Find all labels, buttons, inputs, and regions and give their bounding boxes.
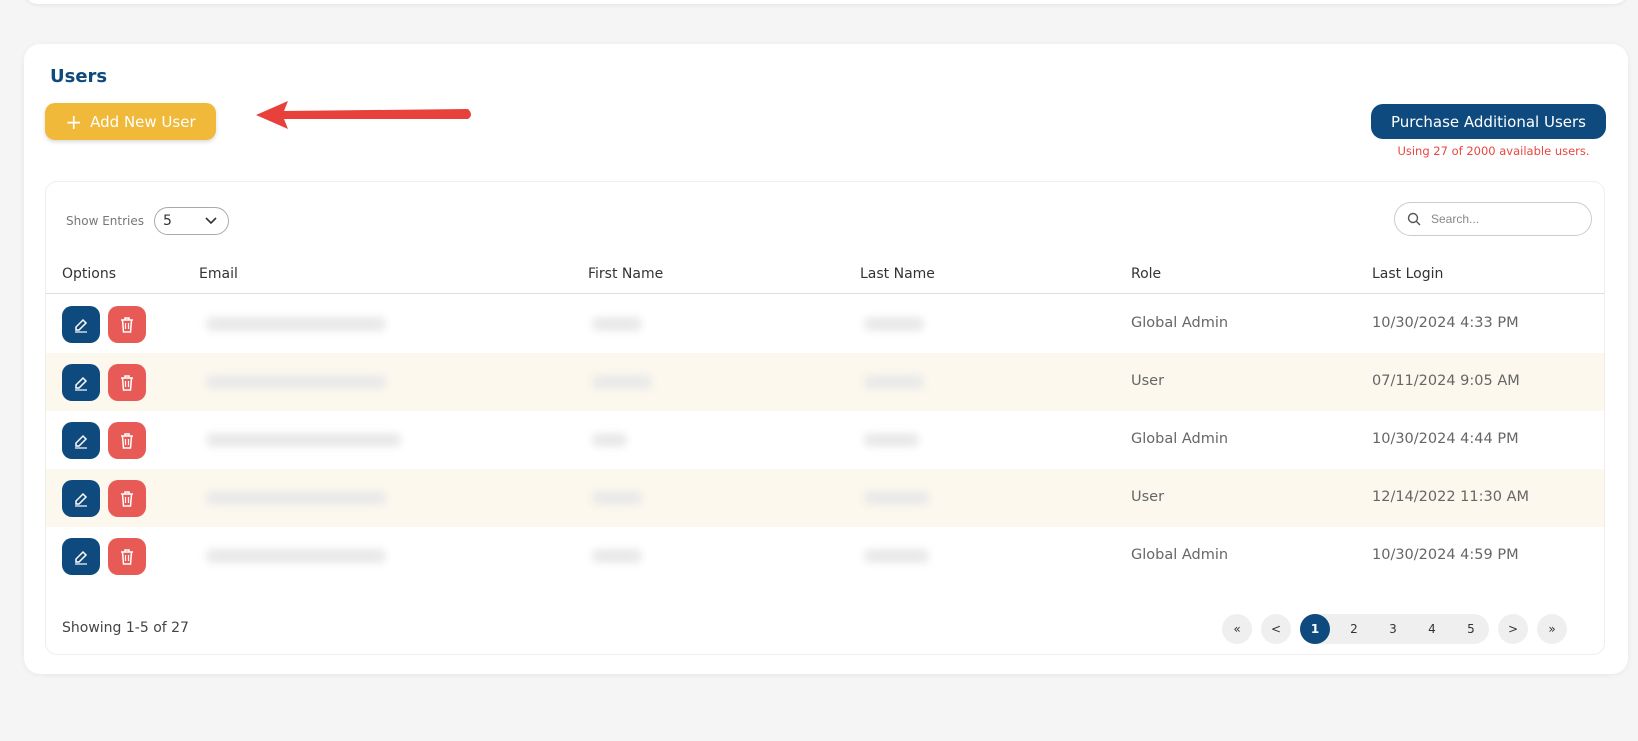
role-cell: User	[1131, 489, 1165, 505]
page-number-group: 1 2 3 4 5	[1300, 614, 1489, 644]
show-entries-select[interactable]: 5	[154, 207, 229, 235]
first-name-cell-redacted	[592, 549, 642, 563]
trash-icon	[121, 548, 133, 565]
page-button-4[interactable]: 4	[1417, 614, 1447, 644]
last-login-cell: 07/11/2024 9:05 AM	[1372, 373, 1520, 389]
delete-button[interactable]	[108, 364, 146, 401]
edit-button[interactable]	[62, 538, 100, 575]
chevron-down-icon	[205, 217, 217, 225]
plus-icon: +	[65, 109, 83, 134]
edit-icon	[75, 492, 88, 507]
column-header-email[interactable]: Email	[199, 266, 238, 282]
delete-button[interactable]	[108, 480, 146, 517]
delete-button[interactable]	[108, 306, 146, 343]
role-cell: Global Admin	[1131, 431, 1229, 447]
first-name-cell-redacted	[592, 375, 652, 389]
edit-icon	[75, 434, 88, 449]
trash-icon	[121, 490, 133, 507]
column-header-first-name[interactable]: First Name	[588, 266, 663, 282]
trash-icon	[121, 432, 133, 449]
table-row: Global Admin 10/30/2024 4:44 PM	[46, 411, 1604, 469]
trash-icon	[121, 316, 133, 333]
email-cell-redacted	[206, 491, 386, 505]
search-input[interactable]	[1431, 212, 1571, 226]
first-name-cell-redacted	[592, 433, 627, 447]
search-box	[1394, 202, 1592, 236]
users-table: Show Entries 5 Options Email First Name …	[45, 181, 1605, 655]
first-name-cell-redacted	[592, 317, 642, 331]
add-new-user-button[interactable]: + Add New User	[45, 103, 216, 140]
page-button-1[interactable]: 1	[1300, 614, 1330, 644]
table-row: Global Admin 10/30/2024 4:33 PM	[46, 295, 1604, 353]
column-header-options: Options	[62, 266, 117, 282]
page-title: Users	[50, 66, 108, 87]
table-row: User 12/14/2022 11:30 AM	[46, 469, 1604, 527]
last-name-cell-redacted	[864, 491, 929, 505]
last-name-cell-redacted	[864, 433, 919, 447]
edit-button[interactable]	[62, 364, 100, 401]
column-header-last-name[interactable]: Last Name	[860, 266, 935, 282]
edit-icon	[75, 550, 88, 565]
last-login-cell: 10/30/2024 4:59 PM	[1372, 547, 1519, 563]
search-icon	[1407, 212, 1421, 226]
delete-button[interactable]	[108, 422, 146, 459]
email-cell-redacted	[206, 549, 386, 563]
first-name-cell-redacted	[592, 491, 642, 505]
email-cell-redacted	[206, 317, 386, 331]
red-arrow-icon	[256, 101, 471, 129]
table-row: Global Admin 10/30/2024 4:59 PM	[46, 527, 1604, 585]
show-entries-label: Show Entries	[66, 214, 144, 228]
email-cell-redacted	[206, 375, 386, 389]
users-card: Users + Add New User Purchase Additional…	[24, 44, 1628, 674]
purchase-additional-users-button[interactable]: Purchase Additional Users	[1371, 104, 1606, 139]
role-cell: Global Admin	[1131, 315, 1229, 331]
top-card	[24, 0, 1628, 4]
role-cell: Global Admin	[1131, 547, 1229, 563]
prev-page-button[interactable]: <	[1261, 614, 1291, 644]
add-new-user-label: Add New User	[90, 112, 196, 131]
page-button-2[interactable]: 2	[1339, 614, 1369, 644]
table-header: Options Email First Name Last Name Role …	[46, 262, 1604, 294]
delete-button[interactable]	[108, 538, 146, 575]
email-cell-redacted	[206, 433, 401, 447]
edit-icon	[75, 318, 88, 333]
entries-value: 5	[163, 213, 172, 229]
edit-icon	[75, 376, 88, 391]
last-name-cell-redacted	[864, 375, 924, 389]
last-login-cell: 10/30/2024 4:44 PM	[1372, 431, 1519, 447]
last-login-cell: 12/14/2022 11:30 AM	[1372, 489, 1530, 505]
last-login-cell: 10/30/2024 4:33 PM	[1372, 315, 1519, 331]
page-button-3[interactable]: 3	[1378, 614, 1408, 644]
table-row: User 07/11/2024 9:05 AM	[46, 353, 1604, 411]
showing-count: Showing 1-5 of 27	[62, 620, 189, 636]
column-header-role[interactable]: Role	[1131, 266, 1161, 282]
edit-button[interactable]	[62, 480, 100, 517]
edit-button[interactable]	[62, 422, 100, 459]
first-page-button[interactable]: «	[1222, 614, 1252, 644]
column-header-last-login[interactable]: Last Login	[1372, 266, 1443, 282]
last-name-cell-redacted	[864, 549, 929, 563]
next-page-button[interactable]: >	[1498, 614, 1528, 644]
usage-text: Using 27 of 2000 available users.	[1397, 144, 1590, 158]
role-cell: User	[1131, 373, 1165, 389]
last-page-button[interactable]: »	[1537, 614, 1567, 644]
edit-button[interactable]	[62, 306, 100, 343]
last-name-cell-redacted	[864, 317, 924, 331]
page-button-5[interactable]: 5	[1456, 614, 1486, 644]
trash-icon	[121, 374, 133, 391]
